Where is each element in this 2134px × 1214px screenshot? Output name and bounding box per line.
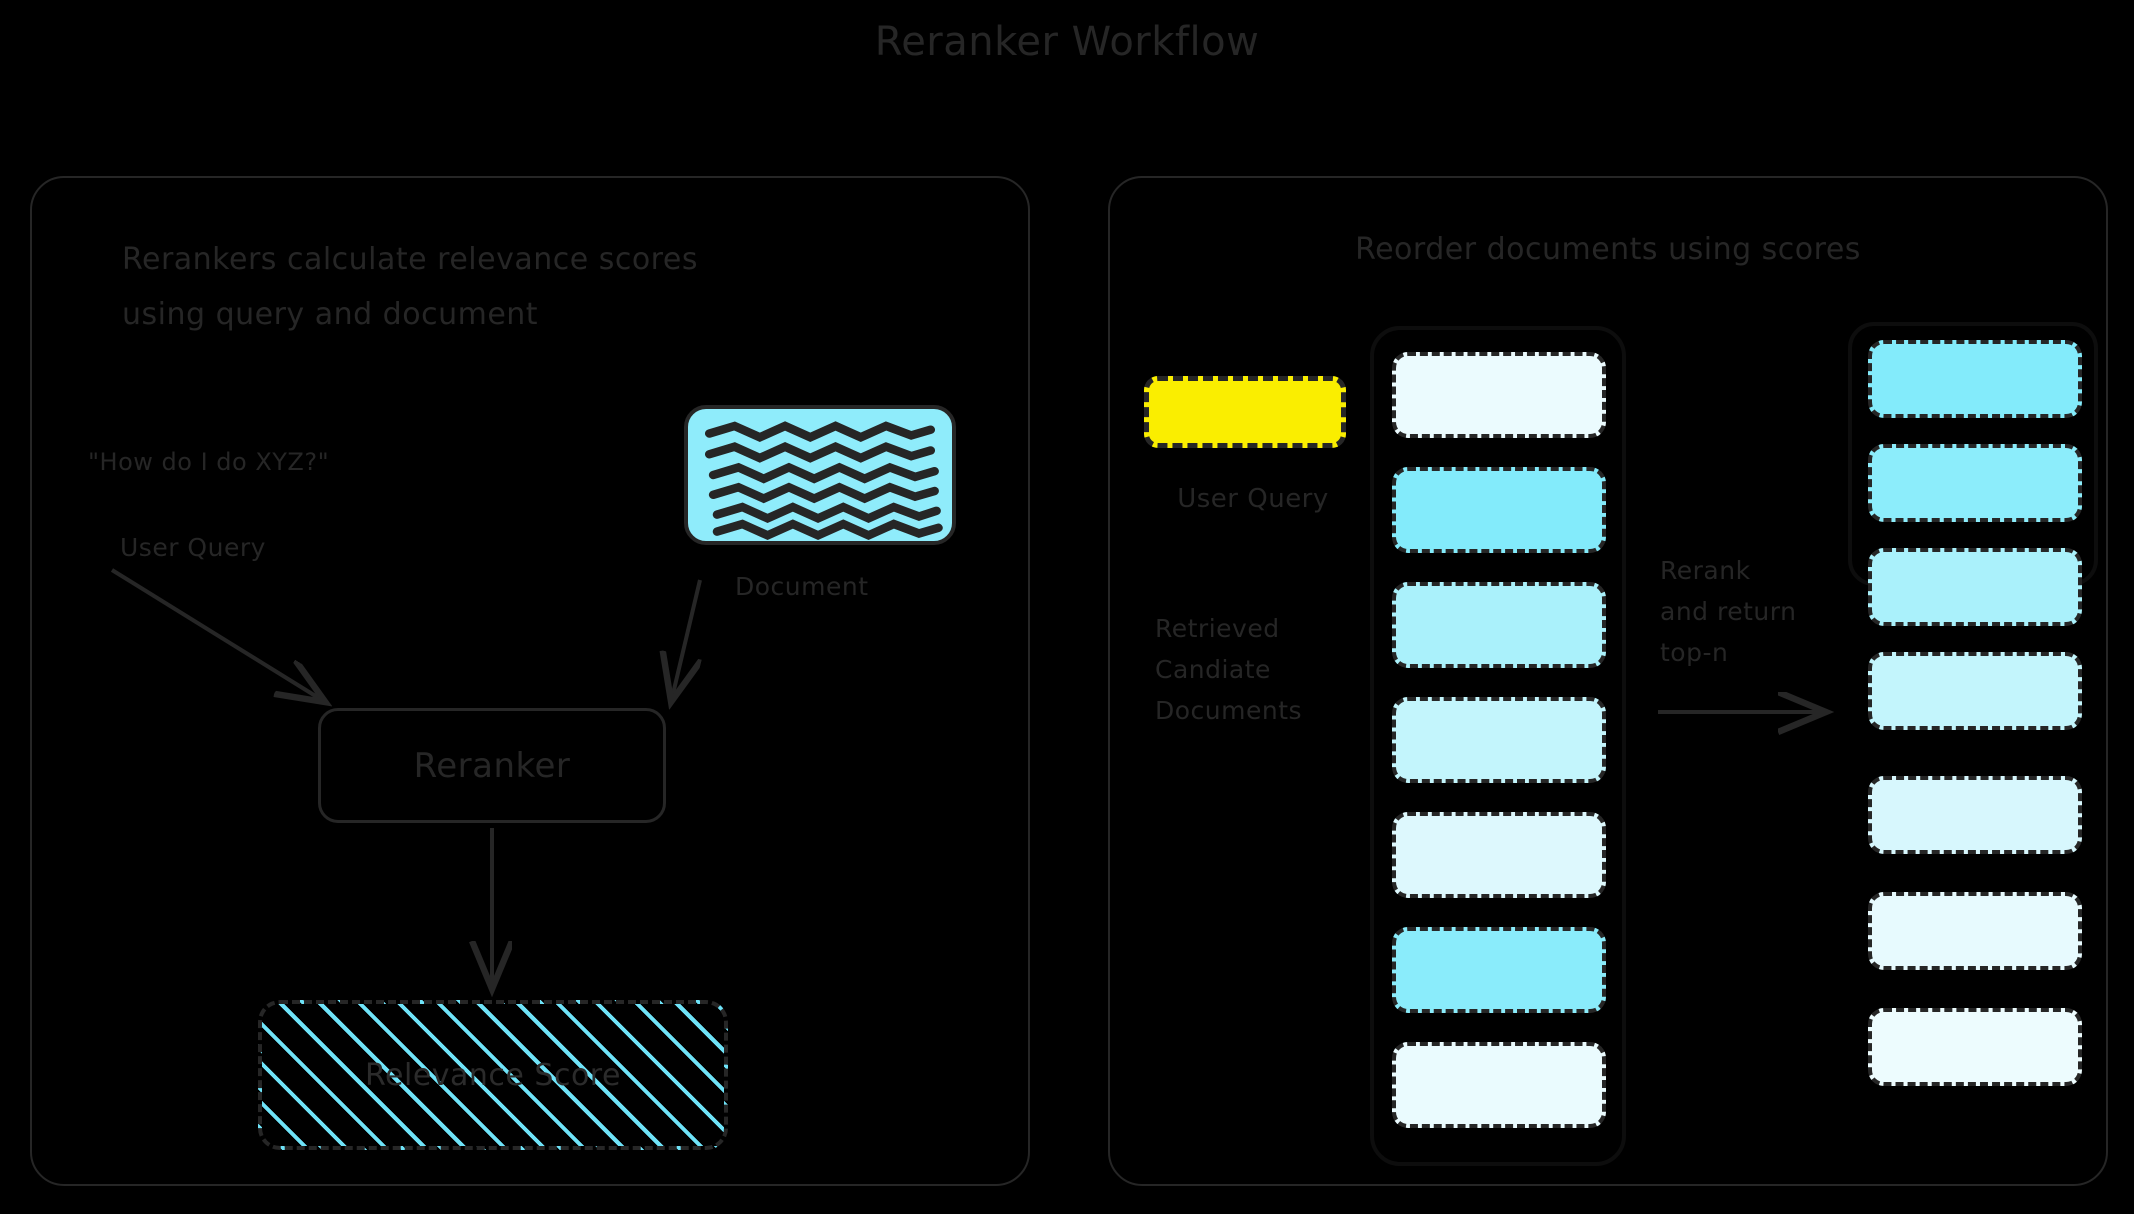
- panel-right-heading: Reorder documents using scores: [1355, 232, 1861, 267]
- user-query-chip: [1144, 376, 1346, 448]
- candidate-document-chip: [1392, 927, 1606, 1013]
- user-query-caption: User Query: [120, 533, 266, 562]
- reranked-document-chip: [1868, 652, 2082, 730]
- retrieved-candidates-caption: Retrieved Candiate Documents: [1155, 614, 1303, 725]
- relevance-score-node: Relevance Score: [258, 1000, 728, 1150]
- document-lines-icon: [704, 421, 943, 541]
- panel-left-heading: Rerankers calculate relevance scores usi…: [122, 242, 698, 332]
- candidate-document-chip: [1392, 1042, 1606, 1128]
- page-title: Reranker Workflow: [874, 19, 1260, 65]
- reranked-document-chip: [1868, 1008, 2082, 1086]
- candidate-document-chip: [1392, 582, 1606, 668]
- reranked-document-chip: [1868, 892, 2082, 970]
- rerank-return-topn-caption: Rerank and return top-n: [1660, 556, 1797, 667]
- document-caption: Document: [735, 572, 869, 601]
- relevance-score-label: Relevance Score: [365, 1057, 621, 1093]
- reranked-document-chip: [1868, 340, 2082, 418]
- user-query-chip-caption: User Query: [1177, 484, 1329, 514]
- reranker-label: Reranker: [413, 745, 571, 786]
- diagram-canvas: Reranker Workflow Rerankers calculate re…: [0, 0, 2134, 1214]
- candidate-document-chip: [1392, 467, 1606, 553]
- document-card: [684, 405, 956, 545]
- candidate-document-chip: [1392, 352, 1606, 438]
- candidate-document-chip: [1392, 697, 1606, 783]
- reranked-document-chip: [1868, 444, 2082, 522]
- candidate-document-chip: [1392, 812, 1606, 898]
- reranked-document-chip: [1868, 548, 2082, 626]
- reranked-document-chip: [1868, 776, 2082, 854]
- reranker-node: Reranker: [318, 708, 666, 823]
- user-query-text: "How do I do XYZ?": [88, 448, 330, 476]
